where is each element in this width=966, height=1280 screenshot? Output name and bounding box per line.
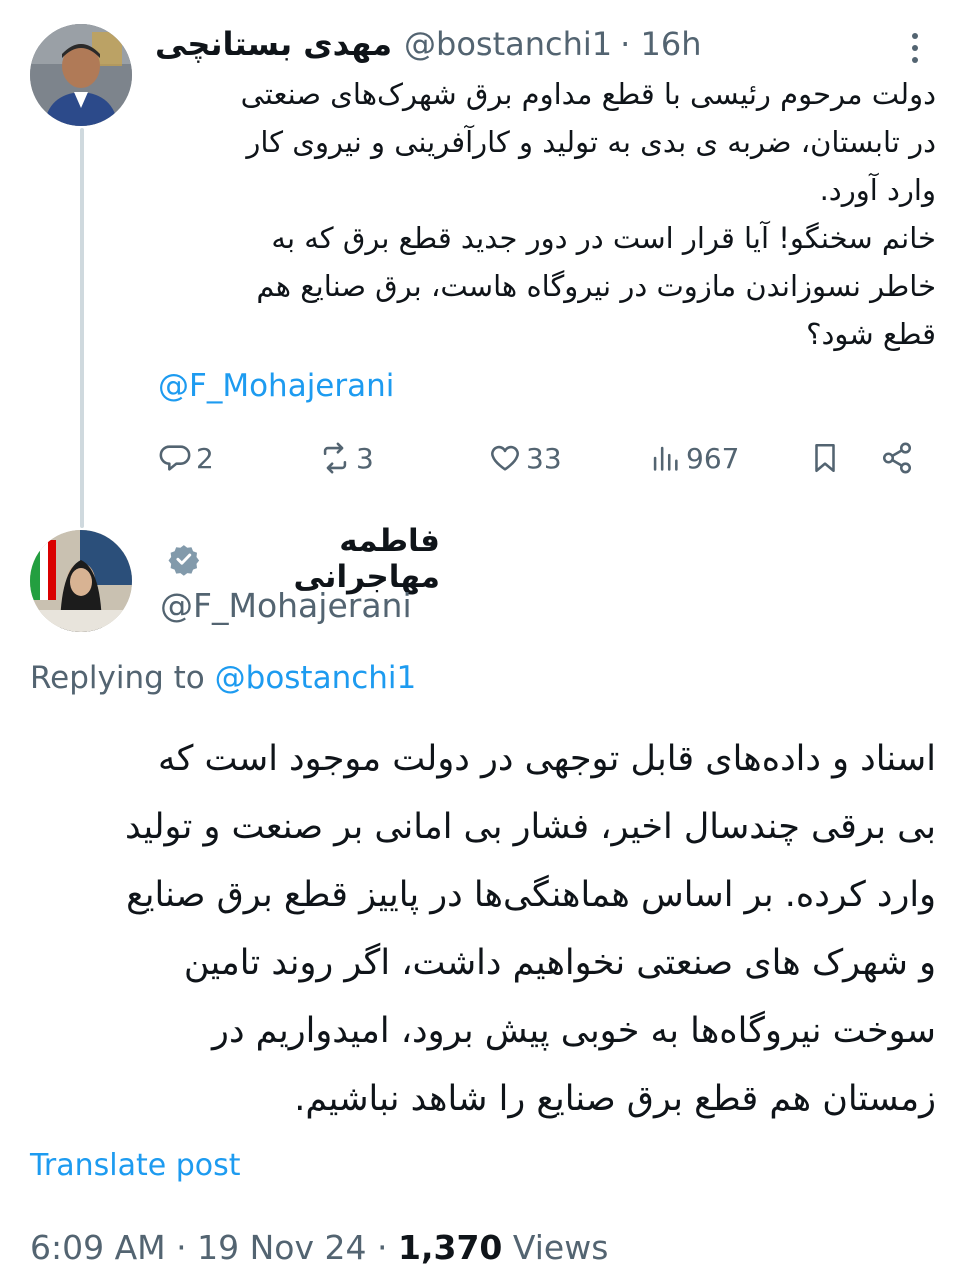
repost-button[interactable]: 3 bbox=[318, 432, 374, 484]
tweet2-body: اسناد و داده‌های قابل توجهی در دولت موجو… bbox=[28, 725, 936, 1133]
tweet1-line: خاطر نسوزاندن مازوت در نیروگاه هاست، برق… bbox=[256, 269, 936, 303]
views-count: 967 bbox=[686, 441, 740, 475]
views-icon bbox=[653, 446, 678, 471]
tweet2-date[interactable]: 19 Nov 24 bbox=[197, 1228, 366, 1267]
replying-prefix: Replying to bbox=[30, 660, 205, 696]
tweet2-handle[interactable]: @F_Mohajerani bbox=[160, 586, 412, 625]
tweet1-display-name[interactable]: مهدی بستانچی bbox=[155, 25, 392, 63]
like-button[interactable]: 33 bbox=[488, 432, 562, 484]
tweet2-line: اسناد و داده‌های قابل توجهی در دولت موجو… bbox=[157, 739, 936, 779]
tweet1-line: وارد آورد. bbox=[819, 173, 936, 207]
tweet2-line: و شهرک های صنعتی نخواهیم داشت، اگر روند … bbox=[183, 943, 936, 983]
tweet1-header: مهدی بستانچی @bostanchi1 · 16h bbox=[155, 20, 890, 68]
tweet1-mention-link[interactable]: @F_Mohajerani bbox=[158, 368, 394, 404]
replying-to-mention[interactable]: @bostanchi1 bbox=[215, 660, 417, 696]
tweet2-views-count: 1,370 bbox=[398, 1228, 503, 1267]
more-vertical-icon[interactable] bbox=[905, 30, 925, 66]
tweet2-display-name-row: فاطمه مهاجرانی bbox=[160, 523, 440, 595]
reply-count: 2 bbox=[196, 441, 214, 475]
tweet2-meta: 6:09 AM · 19 Nov 24 · 1,370 Views bbox=[30, 1228, 609, 1267]
bookmark-icon bbox=[815, 443, 835, 473]
tweet2-views-label: Views bbox=[512, 1228, 609, 1267]
tweet2-line: زمستان هم قطع برق صنایع را شاهد نباشیم. bbox=[294, 1079, 936, 1119]
share-button[interactable] bbox=[880, 432, 914, 484]
avatar-mohajerani[interactable] bbox=[30, 530, 132, 632]
verified-badge-icon bbox=[168, 545, 200, 576]
tweet1-line: خانم سخنگو! آیا قرار است در دور جدید قطع… bbox=[271, 221, 936, 255]
tweet1-body: دولت مرحوم رئیسی با قطع مداوم برق شهرک‌ه… bbox=[160, 70, 936, 358]
tweet1-line: قطع شود؟ bbox=[806, 317, 936, 351]
repost-count: 3 bbox=[356, 441, 374, 475]
reply-button[interactable]: 2 bbox=[158, 432, 214, 484]
share-icon bbox=[882, 442, 912, 474]
tweet2-line: بی برقی چندسال اخیر، فشار بی امانی بر صن… bbox=[124, 807, 936, 847]
repost-icon bbox=[323, 442, 347, 474]
tweet1-line: در تابستان، ضربه ی بدی به تولید و کارآفر… bbox=[246, 125, 936, 159]
thread-connector-line bbox=[80, 128, 84, 528]
bookmark-button[interactable] bbox=[808, 432, 842, 484]
tweet2-time[interactable]: 6:09 AM bbox=[30, 1228, 166, 1267]
tweet1-time[interactable]: · 16h bbox=[620, 25, 701, 63]
replying-to-line: Replying to @bostanchi1 bbox=[30, 660, 416, 696]
tweet1-line: دولت مرحوم رئیسی با قطع مداوم برق شهرک‌ه… bbox=[240, 77, 936, 111]
like-icon bbox=[491, 445, 519, 471]
views-button[interactable]: 967 bbox=[648, 432, 739, 484]
tweet2-display-name[interactable]: فاطمه مهاجرانی bbox=[200, 523, 440, 595]
like-count: 33 bbox=[526, 441, 562, 475]
tweet1-handle[interactable]: @bostanchi1 bbox=[404, 25, 612, 63]
reply-icon bbox=[159, 445, 191, 471]
tweet1-action-bar: 2 3 33 967 bbox=[158, 432, 928, 484]
tweet2-line: وارد کرده. بر اساس هماهنگی‌ها در پاییز ق… bbox=[126, 875, 936, 915]
translate-post-link[interactable]: Translate post bbox=[30, 1148, 241, 1183]
tweet2-line: سوخت نیروگاه‌ها به خوبی پیش برود، امیدوا… bbox=[212, 1011, 936, 1051]
avatar-bostanchi[interactable] bbox=[30, 24, 132, 126]
